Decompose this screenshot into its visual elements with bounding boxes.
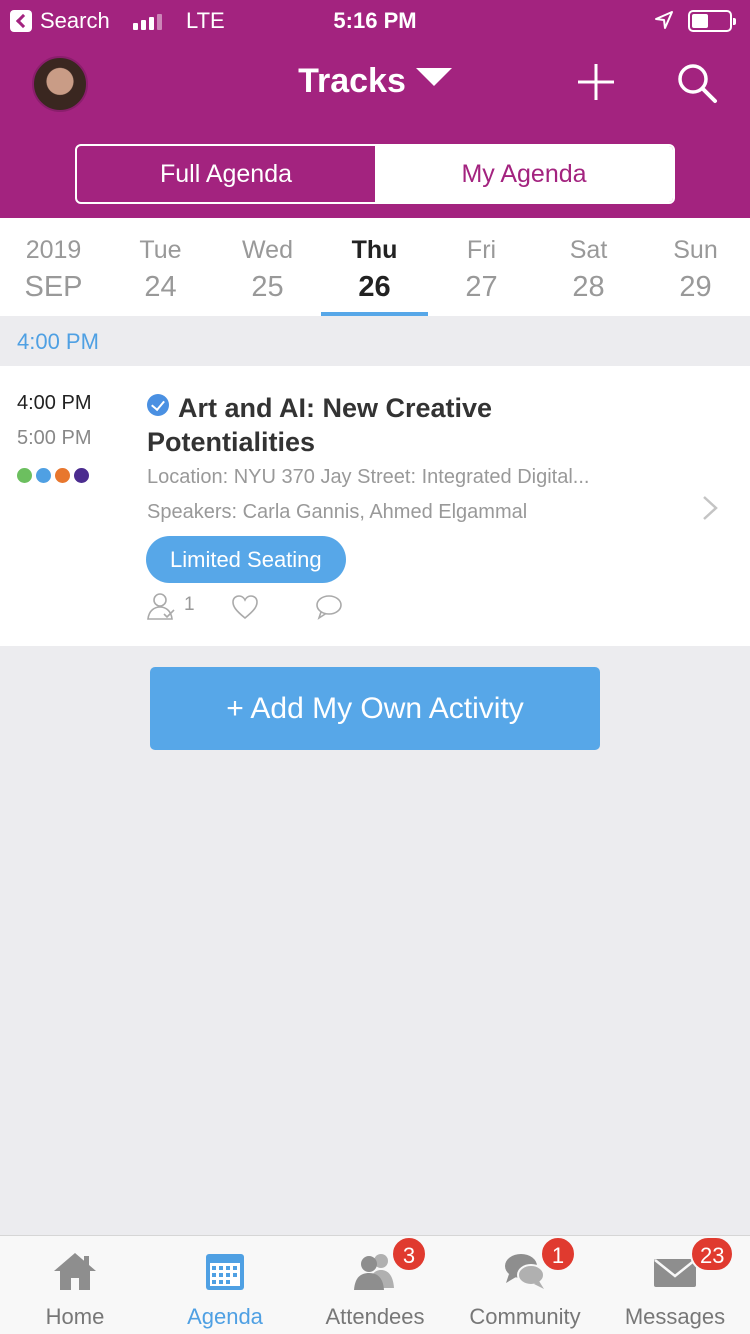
bottom-tab-bar: Home Agenda Attendees 3 Community 1 Mess…	[0, 1235, 750, 1334]
day-number: 29	[679, 271, 712, 303]
date-sun-29[interactable]: Sun 29	[642, 218, 749, 316]
day-number: 26	[358, 271, 391, 303]
clock: 5:16 PM	[333, 8, 417, 33]
session-title: Art and AI: New Creative Potentialities	[147, 393, 493, 457]
session-start-time: 4:00 PM	[17, 392, 92, 414]
attendees-badge: 3	[391, 1236, 427, 1272]
year-label: 2019	[25, 236, 82, 264]
tab-label: Messages	[624, 1304, 726, 1329]
date-strip: 2019 SEP Tue 24 Wed 25 Thu 26 Fri 27 Sat…	[0, 218, 750, 316]
month-name: SEP	[24, 271, 83, 303]
weekday-label: Sun	[673, 236, 718, 264]
tab-agenda[interactable]: Agenda	[150, 1236, 300, 1334]
page-title: Tracks	[298, 62, 406, 100]
add-icon[interactable]	[576, 62, 616, 102]
session-card[interactable]: 4:00 PM 5:00 PM Art and AI: New Creative…	[0, 366, 750, 646]
session-end-time: 5:00 PM	[17, 427, 92, 449]
track-dot	[17, 468, 32, 483]
tracks-dropdown[interactable]: Tracks	[0, 62, 750, 101]
track-dot	[36, 468, 51, 483]
community-badge: 1	[540, 1236, 576, 1272]
date-tue-24[interactable]: Tue 24	[107, 218, 214, 316]
tab-label: Home	[45, 1304, 105, 1329]
home-icon	[54, 1253, 96, 1290]
attendee-count: 1	[184, 594, 195, 615]
track-dot	[55, 468, 70, 483]
session-speakers: Speakers: Carla Gannis, Ahmed Elgammal	[147, 501, 528, 523]
location-arrow-icon	[655, 11, 673, 29]
track-color-dots	[17, 468, 93, 484]
comment-icon[interactable]	[315, 594, 343, 620]
calendar-icon	[206, 1254, 244, 1290]
tab-label: Attendees	[325, 1304, 425, 1329]
weekday-label: Sat	[569, 236, 608, 264]
checkmark-icon	[147, 394, 169, 416]
agenda-segmented-control: Full Agenda My Agenda	[75, 144, 675, 204]
battery-icon	[688, 10, 736, 32]
day-number: 24	[144, 271, 177, 303]
limited-seating-badge: Limited Seating	[146, 536, 346, 583]
date-fri-27[interactable]: Fri 27	[428, 218, 535, 316]
weekday-label: Thu	[351, 236, 398, 264]
date-thu-26[interactable]: Thu 26	[321, 218, 428, 316]
chevron-right-icon[interactable]	[701, 494, 719, 522]
session-location: Location: NYU 370 Jay Street: Integrated…	[147, 466, 590, 488]
person-icon[interactable]	[146, 592, 176, 620]
track-dot	[74, 468, 89, 483]
search-icon[interactable]	[676, 62, 718, 104]
caret-down-icon	[415, 68, 452, 86]
status-bar: Search LTE 5:16 PM	[0, 0, 750, 42]
tab-label: Agenda	[187, 1304, 263, 1329]
month-label: 2019 SEP	[0, 218, 107, 316]
messages-badge: 23	[690, 1236, 735, 1272]
app-header: Search LTE 5:16 PM Tracks Full Agenda My…	[0, 0, 750, 218]
tab-full-agenda[interactable]: Full Agenda	[77, 146, 375, 202]
weekday-label: Fri	[466, 236, 497, 264]
tab-attendees[interactable]: Attendees	[300, 1236, 450, 1334]
tab-home[interactable]: Home	[0, 1236, 150, 1334]
tab-my-agenda[interactable]: My Agenda	[375, 146, 673, 202]
date-wed-25[interactable]: Wed 25	[214, 218, 321, 316]
heart-icon[interactable]	[231, 594, 259, 620]
weekday-label: Tue	[139, 236, 182, 264]
weekday-label: Wed	[242, 236, 293, 264]
date-sat-28[interactable]: Sat 28	[535, 218, 642, 316]
day-number: 28	[572, 271, 605, 303]
time-section-header: 4:00 PM	[0, 316, 750, 366]
day-number: 25	[251, 271, 284, 303]
tab-label: Community	[469, 1304, 581, 1329]
add-own-activity-button[interactable]: + Add My Own Activity	[150, 667, 600, 750]
tab-community[interactable]: Community	[450, 1236, 600, 1334]
day-number: 27	[465, 271, 498, 303]
